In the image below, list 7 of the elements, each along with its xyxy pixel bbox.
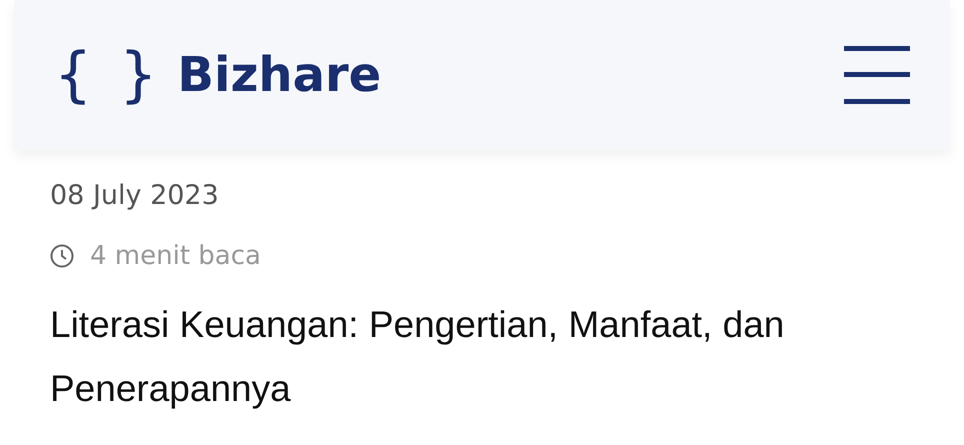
article-title: Literasi Keuangan: Pengertian, Manfaat, dan Penerapannya <box>50 303 786 411</box>
menu-icon[interactable] <box>844 46 910 104</box>
article-date: 08 July 2023 <box>50 180 220 211</box>
logo-mark: { } <box>54 40 162 110</box>
clock-icon <box>50 244 74 268</box>
brand-name: Bizhare <box>177 47 382 103</box>
read-time: 4 menit baca <box>90 241 261 271</box>
